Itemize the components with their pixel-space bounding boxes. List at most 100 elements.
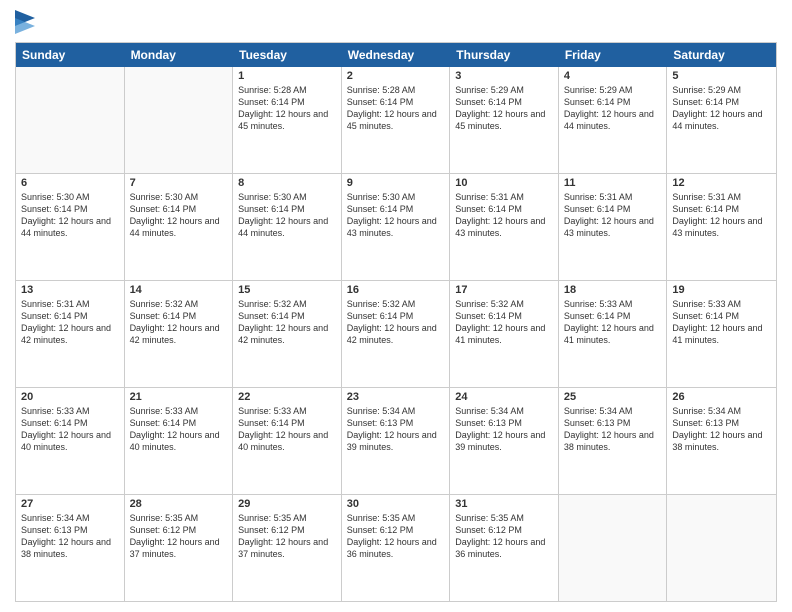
day-info: Sunrise: 5:28 AMSunset: 6:14 PMDaylight:… xyxy=(347,84,445,133)
day-number: 16 xyxy=(347,284,445,296)
calendar-cell: 12Sunrise: 5:31 AMSunset: 6:14 PMDayligh… xyxy=(667,174,776,280)
day-info: Sunrise: 5:30 AMSunset: 6:14 PMDaylight:… xyxy=(238,191,336,240)
calendar-cell xyxy=(559,495,668,601)
header-day-saturday: Saturday xyxy=(667,43,776,67)
day-number: 29 xyxy=(238,498,336,510)
header-day-sunday: Sunday xyxy=(16,43,125,67)
day-info: Sunrise: 5:34 AMSunset: 6:13 PMDaylight:… xyxy=(347,405,445,454)
day-info: Sunrise: 5:31 AMSunset: 6:14 PMDaylight:… xyxy=(21,298,119,347)
calendar-cell: 23 Sunrise: 5:34 AMSunset: 6:13 PMDayligh… xyxy=(342,388,451,494)
calendar-week-1: 1 Sunrise: 5:28 AMSunset: 6:14 PMDaylight… xyxy=(16,67,776,174)
calendar-cell: 18 Sunrise: 5:33 AMSunset: 6:14 PMDayligh… xyxy=(559,281,668,387)
calendar-cell xyxy=(16,67,125,173)
header xyxy=(15,10,777,34)
day-info: Sunrise: 5:34 AMSunset: 6:13 PMDaylight:… xyxy=(564,405,662,454)
day-info: Sunrise: 5:34 AMSunset: 6:13 PMDaylight:… xyxy=(21,512,119,561)
day-info: Sunrise: 5:35 AMSunset: 6:12 PMDaylight:… xyxy=(238,512,336,561)
day-number: 10 xyxy=(455,177,553,189)
calendar-cell: 16 Sunrise: 5:32 AMSunset: 6:14 PMDayligh… xyxy=(342,281,451,387)
day-number: 20 xyxy=(21,391,119,403)
day-number: 1 xyxy=(238,70,336,82)
calendar-cell: 29 Sunrise: 5:35 AMSunset: 6:12 PMDayligh… xyxy=(233,495,342,601)
day-info: Sunrise: 5:30 AMSunset: 6:14 PMDaylight:… xyxy=(130,191,228,240)
calendar-cell: 31 Sunrise: 5:35 AMSunset: 6:12 PMDayligh… xyxy=(450,495,559,601)
calendar-week-4: 20 Sunrise: 5:33 AMSunset: 6:14 PMDayligh… xyxy=(16,388,776,495)
calendar-header: SundayMondayTuesdayWednesdayThursdayFrid… xyxy=(16,43,776,67)
day-info: Sunrise: 5:33 AMSunset: 6:14 PMDaylight:… xyxy=(130,405,228,454)
calendar-cell: 28Sunrise: 5:35 AMSunset: 6:12 PMDayligh… xyxy=(125,495,234,601)
calendar: SundayMondayTuesdayWednesdayThursdayFrid… xyxy=(15,42,777,602)
day-info: Sunrise: 5:31 AMSunset: 6:14 PMDaylight:… xyxy=(564,191,662,240)
calendar-cell: 25 Sunrise: 5:34 AMSunset: 6:13 PMDayligh… xyxy=(559,388,668,494)
calendar-cell: 5Sunrise: 5:29 AMSunset: 6:14 PMDaylight… xyxy=(667,67,776,173)
day-number: 22 xyxy=(238,391,336,403)
day-number: 19 xyxy=(672,284,771,296)
day-info: Sunrise: 5:29 AMSunset: 6:14 PMDaylight:… xyxy=(455,84,553,133)
day-number: 21 xyxy=(130,391,228,403)
day-number: 24 xyxy=(455,391,553,403)
day-info: Sunrise: 5:28 AMSunset: 6:14 PMDaylight:… xyxy=(238,84,336,133)
day-number: 3 xyxy=(455,70,553,82)
calendar-cell: 9Sunrise: 5:30 AMSunset: 6:14 PMDaylight… xyxy=(342,174,451,280)
day-number: 28 xyxy=(130,498,228,510)
header-day-monday: Monday xyxy=(125,43,234,67)
calendar-cell: 4 Sunrise: 5:29 AMSunset: 6:14 PMDaylight… xyxy=(559,67,668,173)
calendar-cell: 27 Sunrise: 5:34 AMSunset: 6:13 PMDayligh… xyxy=(16,495,125,601)
calendar-cell: 13 Sunrise: 5:31 AMSunset: 6:14 PMDayligh… xyxy=(16,281,125,387)
day-number: 13 xyxy=(21,284,119,296)
calendar-cell: 11 Sunrise: 5:31 AMSunset: 6:14 PMDayligh… xyxy=(559,174,668,280)
calendar-cell: 19 Sunrise: 5:33 AMSunset: 6:14 PMDayligh… xyxy=(667,281,776,387)
calendar-cell: 26Sunrise: 5:34 AMSunset: 6:13 PMDayligh… xyxy=(667,388,776,494)
calendar-cell: 6Sunrise: 5:30 AMSunset: 6:14 PMDaylight… xyxy=(16,174,125,280)
day-number: 31 xyxy=(455,498,553,510)
day-info: Sunrise: 5:30 AMSunset: 6:14 PMDaylight:… xyxy=(347,191,445,240)
day-number: 2 xyxy=(347,70,445,82)
day-info: Sunrise: 5:32 AMSunset: 6:14 PMDaylight:… xyxy=(347,298,445,347)
day-info: Sunrise: 5:30 AMSunset: 6:14 PMDaylight:… xyxy=(21,191,119,240)
day-info: Sunrise: 5:33 AMSunset: 6:14 PMDaylight:… xyxy=(21,405,119,454)
day-info: Sunrise: 5:31 AMSunset: 6:14 PMDaylight:… xyxy=(455,191,553,240)
calendar-cell xyxy=(667,495,776,601)
calendar-week-2: 6Sunrise: 5:30 AMSunset: 6:14 PMDaylight… xyxy=(16,174,776,281)
calendar-body: 1 Sunrise: 5:28 AMSunset: 6:14 PMDaylight… xyxy=(16,67,776,601)
day-info: Sunrise: 5:34 AMSunset: 6:13 PMDaylight:… xyxy=(455,405,553,454)
day-info: Sunrise: 5:32 AMSunset: 6:14 PMDaylight:… xyxy=(130,298,228,347)
header-day-tuesday: Tuesday xyxy=(233,43,342,67)
day-number: 27 xyxy=(21,498,119,510)
calendar-cell xyxy=(125,67,234,173)
day-info: Sunrise: 5:32 AMSunset: 6:14 PMDaylight:… xyxy=(238,298,336,347)
calendar-week-5: 27 Sunrise: 5:34 AMSunset: 6:13 PMDayligh… xyxy=(16,495,776,601)
logo-icon xyxy=(15,10,35,34)
day-number: 17 xyxy=(455,284,553,296)
calendar-cell: 7 Sunrise: 5:30 AMSunset: 6:14 PMDaylight… xyxy=(125,174,234,280)
day-number: 23 xyxy=(347,391,445,403)
calendar-cell: 8 Sunrise: 5:30 AMSunset: 6:14 PMDaylight… xyxy=(233,174,342,280)
header-day-friday: Friday xyxy=(559,43,668,67)
calendar-week-3: 13 Sunrise: 5:31 AMSunset: 6:14 PMDayligh… xyxy=(16,281,776,388)
day-info: Sunrise: 5:33 AMSunset: 6:14 PMDaylight:… xyxy=(672,298,771,347)
header-day-thursday: Thursday xyxy=(450,43,559,67)
day-number: 12 xyxy=(672,177,771,189)
calendar-cell: 30Sunrise: 5:35 AMSunset: 6:12 PMDayligh… xyxy=(342,495,451,601)
calendar-cell: 14 Sunrise: 5:32 AMSunset: 6:14 PMDayligh… xyxy=(125,281,234,387)
calendar-cell: 24 Sunrise: 5:34 AMSunset: 6:13 PMDayligh… xyxy=(450,388,559,494)
calendar-cell: 1 Sunrise: 5:28 AMSunset: 6:14 PMDaylight… xyxy=(233,67,342,173)
calendar-cell: 15 Sunrise: 5:32 AMSunset: 6:14 PMDayligh… xyxy=(233,281,342,387)
day-number: 7 xyxy=(130,177,228,189)
calendar-cell: 2 Sunrise: 5:28 AMSunset: 6:14 PMDaylight… xyxy=(342,67,451,173)
day-number: 5 xyxy=(672,70,771,82)
day-number: 4 xyxy=(564,70,662,82)
day-number: 15 xyxy=(238,284,336,296)
logo xyxy=(15,10,39,34)
day-number: 8 xyxy=(238,177,336,189)
calendar-cell: 3 Sunrise: 5:29 AMSunset: 6:14 PMDaylight… xyxy=(450,67,559,173)
day-number: 25 xyxy=(564,391,662,403)
day-info: Sunrise: 5:29 AMSunset: 6:14 PMDaylight:… xyxy=(564,84,662,133)
day-info: Sunrise: 5:33 AMSunset: 6:14 PMDaylight:… xyxy=(564,298,662,347)
day-info: Sunrise: 5:35 AMSunset: 6:12 PMDaylight:… xyxy=(455,512,553,561)
calendar-cell: 17Sunrise: 5:32 AMSunset: 6:14 PMDayligh… xyxy=(450,281,559,387)
day-number: 18 xyxy=(564,284,662,296)
day-number: 14 xyxy=(130,284,228,296)
calendar-cell: 21 Sunrise: 5:33 AMSunset: 6:14 PMDayligh… xyxy=(125,388,234,494)
day-number: 11 xyxy=(564,177,662,189)
